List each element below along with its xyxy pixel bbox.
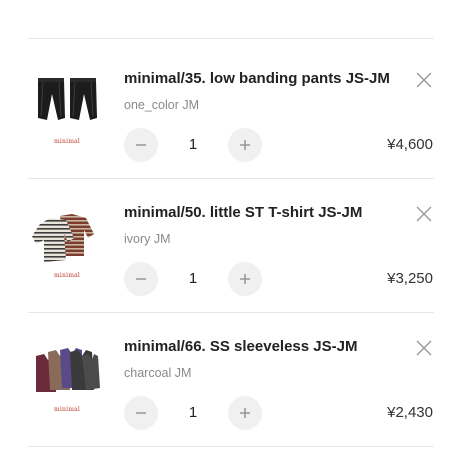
divider bbox=[28, 38, 434, 39]
product-variant: one_color JM bbox=[124, 98, 200, 112]
decrease-quantity-button[interactable] bbox=[124, 262, 158, 296]
product-variant: ivory JM bbox=[124, 232, 171, 246]
plus-icon bbox=[240, 140, 250, 150]
cart-item: minimal minimal/35. low banding pants JS… bbox=[0, 44, 460, 178]
divider bbox=[28, 446, 434, 447]
product-title[interactable]: minimal/66. SS sleeveless JS-JM bbox=[124, 338, 357, 355]
quantity-value: 1 bbox=[188, 270, 198, 287]
black-pants-icon bbox=[38, 78, 97, 120]
close-icon bbox=[416, 206, 432, 222]
cart-item: minimal minimal/50. little ST T-shirt JS… bbox=[0, 178, 460, 312]
decrease-quantity-button[interactable] bbox=[124, 396, 158, 430]
brand-logo: minimal bbox=[54, 138, 80, 145]
remove-item-button[interactable] bbox=[414, 338, 434, 358]
minus-icon bbox=[136, 278, 146, 280]
product-title[interactable]: minimal/50. little ST T-shirt JS-JM bbox=[124, 204, 362, 221]
increase-quantity-button[interactable] bbox=[228, 128, 262, 162]
minus-icon bbox=[136, 412, 146, 414]
item-price: ¥3,250 bbox=[387, 270, 433, 287]
striped-tshirts-icon bbox=[32, 214, 94, 262]
cart-item: minimal minimal/66. SS sleeveless JS-JM … bbox=[0, 312, 460, 446]
close-icon bbox=[416, 72, 432, 88]
product-variant: charcoal JM bbox=[124, 366, 192, 380]
increase-quantity-button[interactable] bbox=[228, 262, 262, 296]
close-icon bbox=[416, 340, 432, 356]
remove-item-button[interactable] bbox=[414, 204, 434, 224]
product-thumbnail[interactable]: minimal bbox=[28, 338, 106, 424]
brand-logo: minimal bbox=[54, 272, 80, 279]
quantity-value: 1 bbox=[188, 404, 198, 421]
quantity-value: 1 bbox=[188, 136, 198, 153]
minus-icon bbox=[136, 144, 146, 146]
item-price: ¥2,430 bbox=[387, 404, 433, 421]
product-thumbnail[interactable]: minimal bbox=[28, 204, 106, 290]
decrease-quantity-button[interactable] bbox=[124, 128, 158, 162]
plus-icon bbox=[240, 408, 250, 418]
brand-logo: minimal bbox=[54, 406, 80, 413]
sleeveless-tops-icon bbox=[36, 348, 100, 392]
cart-list: minimal minimal/35. low banding pants JS… bbox=[0, 0, 460, 460]
item-price: ¥4,600 bbox=[387, 136, 433, 153]
product-title[interactable]: minimal/35. low banding pants JS-JM bbox=[124, 70, 390, 87]
plus-icon bbox=[240, 274, 250, 284]
product-thumbnail[interactable]: minimal bbox=[28, 70, 106, 156]
increase-quantity-button[interactable] bbox=[228, 396, 262, 430]
remove-item-button[interactable] bbox=[414, 70, 434, 90]
